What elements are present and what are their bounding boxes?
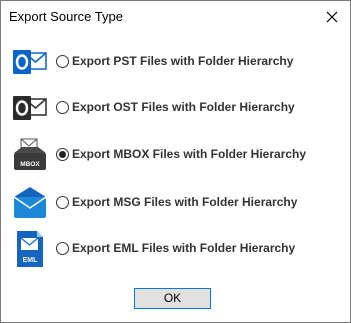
eml-option-label[interactable]: Export EML Files with Folder Hierarchy (72, 241, 295, 255)
close-icon (326, 11, 338, 23)
ok-button[interactable]: OK (134, 288, 211, 309)
mbox-option-label[interactable]: Export MBOX Files with Folder Hierarchy (72, 147, 306, 161)
dialog-title: Export Source Type (9, 9, 123, 24)
pst-option-label[interactable]: Export PST Files with Folder Hierarchy (72, 54, 293, 68)
option-ost[interactable]: Export OST Files with Folder Hierarchy (1, 88, 350, 128)
mbox-icon-text: MBOX (20, 161, 40, 168)
option-eml[interactable]: EML Export EML Files with Folder Hierarc… (1, 229, 350, 269)
ost-option-label[interactable]: Export OST Files with Folder Hierarchy (72, 100, 295, 114)
outlook-ost-icon (11, 88, 49, 128)
mbox-icon: MBOX (11, 135, 49, 175)
option-msg[interactable]: Export MSG Files with Folder Hierarchy (1, 183, 350, 223)
outlook-pst-icon (11, 42, 49, 82)
msg-envelope-icon (11, 183, 49, 223)
close-button[interactable] (319, 5, 345, 29)
eml-icon-text: EML (23, 257, 39, 264)
option-pst[interactable]: Export PST Files with Folder Hierarchy (1, 42, 350, 82)
eml-radio[interactable] (56, 242, 69, 255)
msg-option-label[interactable]: Export MSG Files with Folder Hierarchy (72, 195, 297, 209)
ost-radio[interactable] (56, 101, 69, 114)
eml-file-icon: EML (11, 229, 49, 269)
option-mbox[interactable]: MBOX Export MBOX Files with Folder Hiera… (1, 135, 350, 175)
msg-radio[interactable] (56, 196, 69, 209)
pst-radio[interactable] (56, 55, 69, 68)
mbox-radio[interactable] (56, 148, 69, 161)
title-bar: Export Source Type (1, 1, 350, 33)
export-source-dialog: Export Source Type Export PST Files with… (0, 0, 351, 323)
